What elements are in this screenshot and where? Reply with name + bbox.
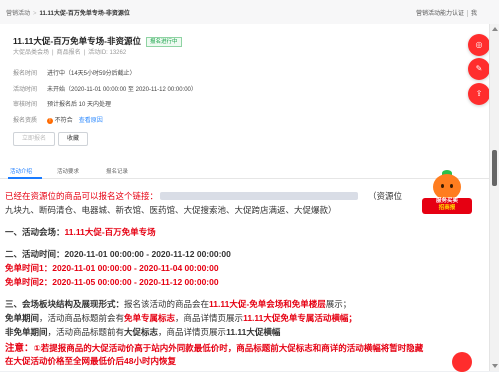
free-period-desc: 免单期间，活动商品标题前会有免单专属标志，商品详情页展示11.11大促免单专属活… (5, 313, 357, 323)
info-value: 未开始（2020-11-01 00:00:00 至 2020-11-12 00:… (47, 87, 197, 93)
free-time-2: 免单时间2：2020-11-05 00:00:00 - 2020-11-12 0… (5, 277, 219, 287)
non-free-period-desc: 非免单期间，活动商品标题前有大促标志，商品详情页展示11.11大促横幅 (5, 327, 281, 337)
activity-detail-card: 11.11大促-百万免单专场-非资源位 报名进行中 大促品类会场 | 商品报名 | 活动I… (0, 24, 490, 371)
notice: 注意：①若提报商品的大促活动价高于站内外同款最低价时，商品标题前大促标志和商详的… (5, 343, 424, 354)
breadcrumb-root[interactable]: 营销活动 (6, 11, 30, 17)
activity-meta: 大促品类会场 | 商品报名 | 活动ID: 13262 (13, 50, 127, 56)
certification-link[interactable]: 营销活动能力认证 (416, 11, 464, 17)
info-row-signup: 报名时间 进行中（14天5小时59分后截止） (13, 68, 136, 77)
edit-icon[interactable]: ✎ (468, 58, 490, 80)
activity-title: 11.11大促-百万免单专场-非资源位 (13, 36, 141, 46)
activity-type: 大促品类会场 (13, 50, 50, 56)
info-row-activity-time: 活动时间 未开始（2020-11-01 00:00:00 至 2020-11-12… (13, 84, 197, 93)
section-venue: 一、活动会场：11.11大促-百万免单专场 (5, 227, 156, 237)
breadcrumb: 营销活动 >11.11大促-百万免单专场-非资源位 (6, 8, 130, 17)
info-value: 预计报名后 10 天内处理 (47, 102, 112, 108)
notice-cont: 在大促活动价格至全网最低价后48小时内恢复 (5, 356, 176, 366)
share-icon[interactable]: ⇪ (468, 83, 490, 105)
intro-line-1: 已经在资源位的商品可以报名这个链接： （资源位 (5, 191, 403, 201)
page-title: 11.11大促-百万免单专场-非资源位 报名进行中 (13, 35, 182, 47)
top-right: 营销活动能力认证 我 (416, 8, 477, 17)
user-avatar[interactable]: 我 (471, 11, 477, 17)
scroll-up-icon[interactable] (492, 27, 498, 31)
floating-button-icon[interactable] (452, 352, 472, 372)
tab-intro[interactable]: 活动介绍 (10, 167, 32, 175)
info-key: 活动时间 (13, 87, 38, 93)
info-value: 进行中（14天5小时59分后截止） (47, 71, 136, 77)
activity-form: 商品报名 (56, 50, 81, 56)
section-structure: 三、会场板块结构及展现形式：报名该活动的商品会在11.11大促-免单会场和免单楼… (5, 299, 352, 309)
breadcrumb-separator: > (33, 11, 37, 17)
info-row-review: 审核时间 预计报名后 10 天内处理 (13, 99, 111, 108)
scroll-thumb[interactable] (492, 150, 497, 186)
promo-tag: 服务买卖 招商报 (422, 198, 472, 214)
tab-requirements[interactable]: 活动要求 (57, 167, 79, 175)
status-badge: 报名进行中 (146, 37, 182, 47)
redacted-link[interactable] (160, 192, 359, 200)
free-time-1: 免单时间1：2020-11-01 00:00:00 - 2020-11-04 0… (5, 263, 219, 273)
info-key: 报名资质 (13, 118, 38, 124)
scroll-down-icon[interactable] (492, 364, 498, 368)
mascot-icon (433, 174, 461, 200)
warning-icon: ! (47, 118, 53, 124)
divider (466, 9, 468, 17)
service-icon[interactable]: ◎ (467, 30, 491, 56)
breadcrumb-current: 11.11大促-百万免单专场-非资源位 (39, 11, 130, 17)
info-value: 不符合 (54, 118, 73, 124)
info-key: 审核时间 (13, 102, 38, 108)
promo-mascot[interactable]: 服务买卖 招商报 (422, 170, 472, 220)
favorite-button[interactable]: 收藏 (58, 132, 89, 146)
intro-line-2: 九块九、断码清仓、电器城、新衣馆、医药馆、大促搜索池、大促跨店满返、大促爆款） (5, 205, 337, 215)
activity-id: 活动ID: 13262 (88, 50, 127, 56)
apply-button[interactable]: 立即报名 (13, 132, 56, 146)
section-time: 二、活动时间：2020-11-01 00:00:00 - 2020-11-12 … (5, 249, 231, 259)
view-reason-link[interactable]: 查看原因 (79, 118, 103, 124)
active-tab-indicator (8, 177, 42, 179)
top-bar: 营销活动 >11.11大促-百万免单专场-非资源位 营销活动能力认证 我 (0, 0, 499, 25)
info-row-qualification: 报名资质! 不符合 查看原因 (13, 115, 103, 124)
tab-records[interactable]: 报名记录 (106, 167, 128, 175)
tab-bar: 活动介绍 活动要求 报名记录 (0, 164, 490, 179)
info-key: 报名时间 (13, 71, 38, 77)
scrollbar[interactable] (489, 24, 499, 371)
